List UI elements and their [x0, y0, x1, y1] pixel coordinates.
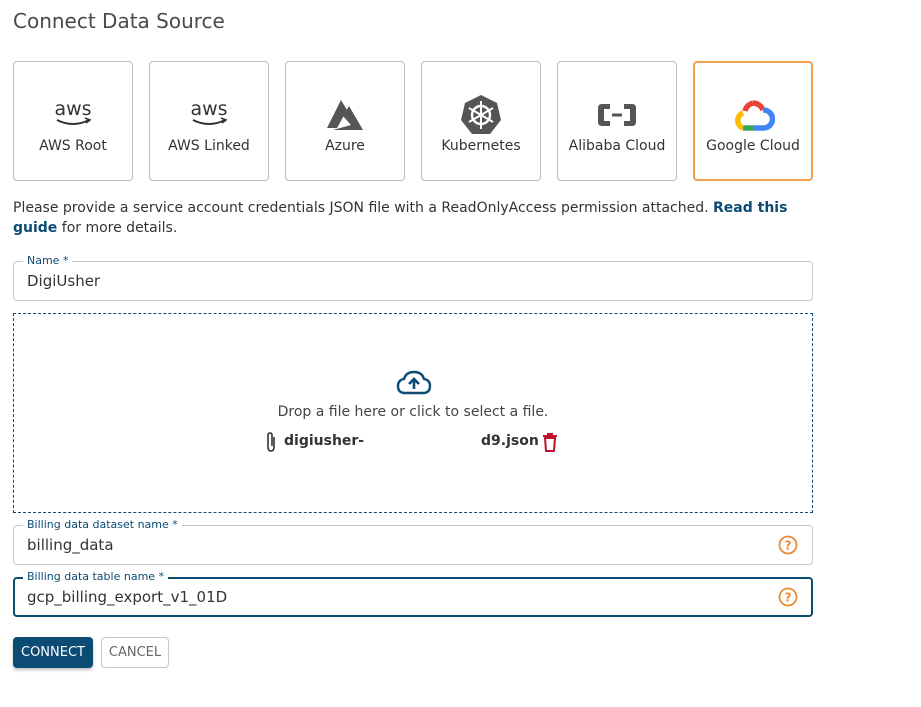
cloud-upload-icon	[396, 370, 432, 400]
table-name-label: Billing data table name *	[23, 570, 169, 584]
azure-logo-icon	[323, 90, 367, 140]
provider-label: Google Cloud	[706, 138, 800, 154]
provider-tile-alibaba-cloud[interactable]: Alibaba Cloud	[557, 61, 677, 181]
svg-text:aws: aws	[54, 100, 91, 120]
help-icon[interactable]: ?	[778, 535, 798, 555]
svg-text:aws: aws	[190, 100, 227, 120]
page-title: Connect Data Source	[13, 9, 225, 33]
instructions-text-end: for more details.	[57, 220, 178, 236]
provider-tile-azure[interactable]: Azure	[285, 61, 405, 181]
name-field-label: Name *	[23, 254, 73, 268]
file-name-end: d9.json	[481, 433, 539, 449]
instructions-text: Please provide a service account credent…	[13, 198, 813, 238]
connect-button[interactable]: CONNECT	[13, 637, 93, 668]
file-dropzone[interactable]: Drop a file here or click to select a fi…	[13, 313, 813, 513]
help-icon[interactable]: ?	[778, 587, 798, 607]
uploaded-file: digiusher- d9.json	[264, 431, 564, 453]
google-cloud-logo-icon	[731, 91, 775, 141]
provider-tile-aws-root[interactable]: aws AWS Root	[13, 61, 133, 181]
name-field[interactable]: Name * DigiUsher	[13, 254, 813, 301]
provider-label: AWS Linked	[168, 138, 250, 154]
provider-tile-aws-linked[interactable]: aws AWS Linked	[149, 61, 269, 181]
kubernetes-logo-icon	[460, 90, 502, 140]
dataset-name-field[interactable]: Billing data dataset name * billing_data…	[13, 518, 813, 565]
provider-label: Alibaba Cloud	[568, 138, 666, 154]
svg-text:?: ?	[785, 591, 792, 605]
provider-label: Kubernetes	[441, 138, 521, 154]
table-name-field[interactable]: Billing data table name * gcp_billing_ex…	[13, 570, 813, 617]
delete-file-icon[interactable]	[542, 432, 558, 456]
svg-text:?: ?	[785, 539, 792, 553]
provider-label: AWS Root	[39, 138, 107, 154]
provider-list: aws AWS Root aws AWS Linked Azure Kubern…	[13, 61, 813, 181]
paperclip-icon	[264, 431, 278, 457]
dataset-name-input[interactable]: billing_data	[27, 536, 114, 554]
file-name-start: digiusher-	[284, 433, 365, 449]
cancel-button[interactable]: CANCEL	[101, 637, 169, 668]
dataset-name-label: Billing data dataset name *	[23, 518, 182, 532]
dropzone-text: Drop a file here or click to select a fi…	[277, 404, 549, 420]
provider-label: Azure	[325, 138, 365, 154]
instructions-text-start: Please provide a service account credent…	[13, 200, 714, 216]
table-name-input[interactable]: gcp_billing_export_v1_01D	[27, 588, 227, 606]
alibaba-cloud-logo-icon	[595, 90, 639, 140]
name-input[interactable]: DigiUsher	[27, 272, 100, 290]
provider-tile-kubernetes[interactable]: Kubernetes	[421, 61, 541, 181]
aws-logo-icon: aws	[187, 90, 231, 140]
provider-tile-google-cloud[interactable]: Google Cloud	[693, 61, 813, 181]
aws-logo-icon: aws	[51, 90, 95, 140]
